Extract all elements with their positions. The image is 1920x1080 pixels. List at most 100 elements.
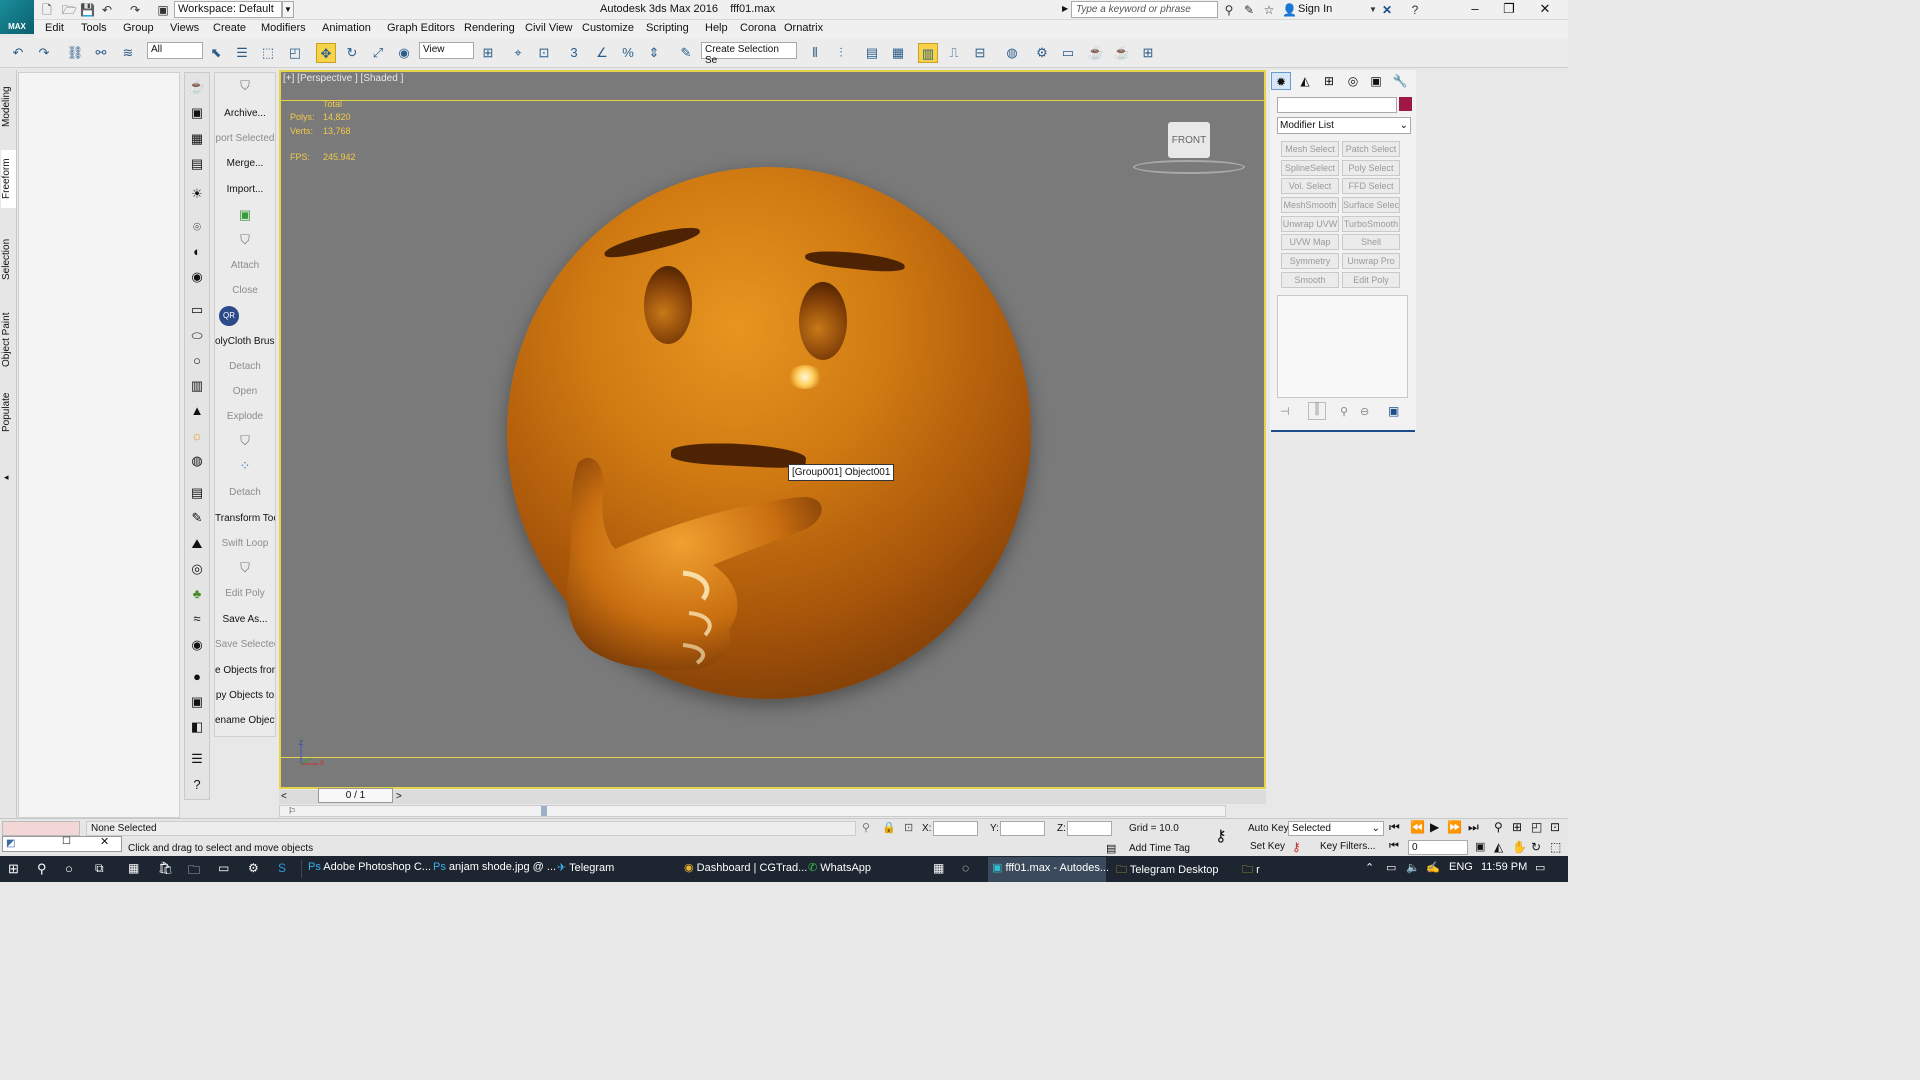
app-logo[interactable]: MAX: [0, 0, 34, 34]
window-crossing-icon[interactable]: ◰: [285, 43, 305, 63]
lock-icon[interactable]: 🔒: [882, 821, 896, 834]
go-to-end-icon[interactable]: ⏭: [1468, 820, 1479, 835]
notifications-icon[interactable]: ▭: [1535, 861, 1545, 874]
user-icon[interactable]: 👤: [1282, 3, 1297, 17]
smooth-button[interactable]: Smooth: [1281, 272, 1339, 288]
camera-icon[interactable]: ⌾: [188, 218, 206, 236]
exchange-icon[interactable]: ✕: [1380, 3, 1394, 17]
system-clock[interactable]: 11:59 PM: [1481, 861, 1527, 873]
plane-icon[interactable]: ▭: [188, 301, 206, 319]
ribbon-tab-modeling[interactable]: Modeling: [1, 82, 16, 132]
attach-button[interactable]: Attach: [215, 260, 275, 271]
subscription-icon[interactable]: ✎: [1242, 3, 1256, 17]
open-mini-curve-icon[interactable]: ⚐: [288, 806, 296, 817]
zoom-extents-icon[interactable]: ◰: [1531, 820, 1542, 834]
rename-objects-button[interactable]: ename Objects: [215, 715, 275, 726]
keyboard-shortcut-icon[interactable]: ⊡: [534, 43, 554, 63]
maximize-icon[interactable]: ☐: [62, 836, 71, 847]
track-bar-key[interactable]: [541, 806, 547, 816]
close-button[interactable]: ✕: [1522, 0, 1568, 20]
detach-button[interactable]: Detach: [215, 361, 275, 372]
polycloth-brush-button[interactable]: olyCloth Brushe: [215, 336, 275, 347]
store-icon[interactable]: 🛍: [158, 861, 173, 875]
menu-rendering[interactable]: Rendering: [464, 22, 515, 34]
sphere-icon[interactable]: ◍: [188, 452, 206, 470]
y-coord-field[interactable]: [1000, 821, 1045, 836]
material-editor-icon[interactable]: ◍: [1002, 43, 1022, 63]
uvw-map-button[interactable]: UVW Map: [1281, 234, 1339, 250]
render-iterative-icon[interactable]: ☕: [1112, 43, 1132, 63]
maximize-viewport-icon[interactable]: ⬚: [1550, 840, 1561, 854]
search-icon[interactable]: ⚲: [37, 861, 47, 877]
undo-icon[interactable]: ↶: [100, 3, 114, 17]
skype-icon[interactable]: S: [278, 861, 286, 875]
grass-icon[interactable]: ♣: [188, 585, 206, 603]
copy-objects-button[interactable]: py Objects to: [215, 690, 275, 701]
select-by-name-icon[interactable]: ☰: [232, 43, 252, 63]
menu-create[interactable]: Create: [213, 22, 246, 34]
make-unique-icon[interactable]: ⚲: [1340, 405, 1348, 418]
calculator-icon[interactable]: ▦: [188, 130, 206, 148]
menu-graph-editors[interactable]: Graph Editors: [387, 22, 455, 34]
menu-customize[interactable]: Customize: [582, 22, 634, 34]
new-file-icon[interactable]: 🗋: [40, 3, 54, 17]
menu-animation[interactable]: Animation: [322, 22, 371, 34]
z-coord-field[interactable]: [1067, 821, 1112, 836]
volume-icon[interactable]: 🔈: [1406, 861, 1420, 874]
menu-scripting[interactable]: Scripting: [646, 22, 689, 34]
angle-snap-icon[interactable]: ∠: [592, 43, 612, 63]
absolute-mode-icon[interactable]: ⊡: [904, 821, 913, 834]
spline-select-button[interactable]: SplineSelect: [1281, 160, 1339, 176]
key-mode-icon[interactable]: ⏮: [1389, 840, 1399, 853]
archive-icon[interactable]: ▣: [188, 104, 206, 122]
display-tab-icon[interactable]: ▣: [1366, 72, 1386, 90]
mesh-select-button[interactable]: Mesh Select: [1281, 141, 1339, 157]
redo-icon[interactable]: ↷: [34, 43, 54, 63]
layer-explorer-icon[interactable]: ▤: [862, 43, 882, 63]
ribbon-expand-icon[interactable]: ◂: [4, 472, 9, 483]
shell-button[interactable]: Shell: [1342, 234, 1400, 250]
script-window-icon[interactable]: ◩: [6, 838, 15, 849]
export-selected-button[interactable]: port Selected: [215, 133, 275, 144]
field-of-view-icon[interactable]: ◭: [1494, 840, 1503, 854]
add-time-tag-button[interactable]: Add Time Tag: [1129, 843, 1190, 854]
taskbar-telegram[interactable]: ✈ Telegram: [557, 861, 614, 874]
unwrap-pro-button[interactable]: Unwrap Pro: [1342, 253, 1400, 269]
light-icon[interactable]: ☀: [188, 185, 206, 203]
save-file-icon[interactable]: 💾: [80, 3, 95, 17]
hierarchy-tab-icon[interactable]: ⊞: [1319, 72, 1339, 90]
network-app-icon[interactable]: ⚙: [248, 861, 259, 875]
menu-ornatrix[interactable]: Ornatrix: [784, 22, 823, 34]
detach-button-2[interactable]: Detach: [215, 487, 275, 498]
undo-icon[interactable]: ↶: [8, 43, 28, 63]
meshsmooth-button[interactable]: MeshSmooth: [1281, 197, 1339, 213]
select-and-rotate-icon[interactable]: ↻: [342, 43, 362, 63]
menu-modifiers[interactable]: Modifiers: [261, 22, 306, 34]
key-selection-dropdown[interactable]: Selected ⌄: [1288, 821, 1384, 836]
help-icon[interactable]: ?: [1408, 3, 1422, 17]
workspace-dropdown[interactable]: Workspace: Default: [174, 1, 282, 18]
particles-icon[interactable]: ⁘: [215, 458, 275, 474]
viewcube[interactable]: FRONT: [1168, 122, 1210, 158]
swift-loop-button[interactable]: Swift Loop: [215, 538, 275, 549]
project-folder-icon[interactable]: ▣: [156, 3, 170, 17]
scene-explorer-icon[interactable]: ▥: [918, 43, 938, 63]
search-input[interactable]: Type a keyword or phrase: [1071, 1, 1218, 18]
desktop-icon[interactable]: ▭: [218, 861, 229, 875]
schematic-view-icon[interactable]: ⊟: [970, 43, 990, 63]
open-command-button[interactable]: Open: [215, 386, 275, 397]
object-color-swatch[interactable]: [1399, 97, 1412, 111]
ellipse-icon[interactable]: ⬭: [188, 327, 206, 345]
current-frame-field[interactable]: 0: [1408, 840, 1468, 855]
spinner-snap-icon[interactable]: ⇕: [644, 43, 664, 63]
viewport-label[interactable]: [+] [Perspective ] [Shaded ]: [283, 73, 403, 84]
archive-button[interactable]: Archive...: [215, 108, 275, 119]
taskbar-telegram-desktop[interactable]: 🗀 Telegram Desktop: [1116, 861, 1219, 880]
task-view-icon[interactable]: ⧉: [95, 861, 104, 876]
taskbar-r[interactable]: 🗀 r: [1242, 861, 1260, 880]
render-setup-icon[interactable]: ⚙: [1032, 43, 1052, 63]
symmetry-button[interactable]: Symmetry: [1281, 253, 1339, 269]
taskbar-whatsapp[interactable]: ✆ WhatsApp: [808, 861, 871, 874]
sound-icon[interactable]: ◐: [188, 243, 206, 261]
cortana-icon[interactable]: ○: [65, 861, 73, 876]
